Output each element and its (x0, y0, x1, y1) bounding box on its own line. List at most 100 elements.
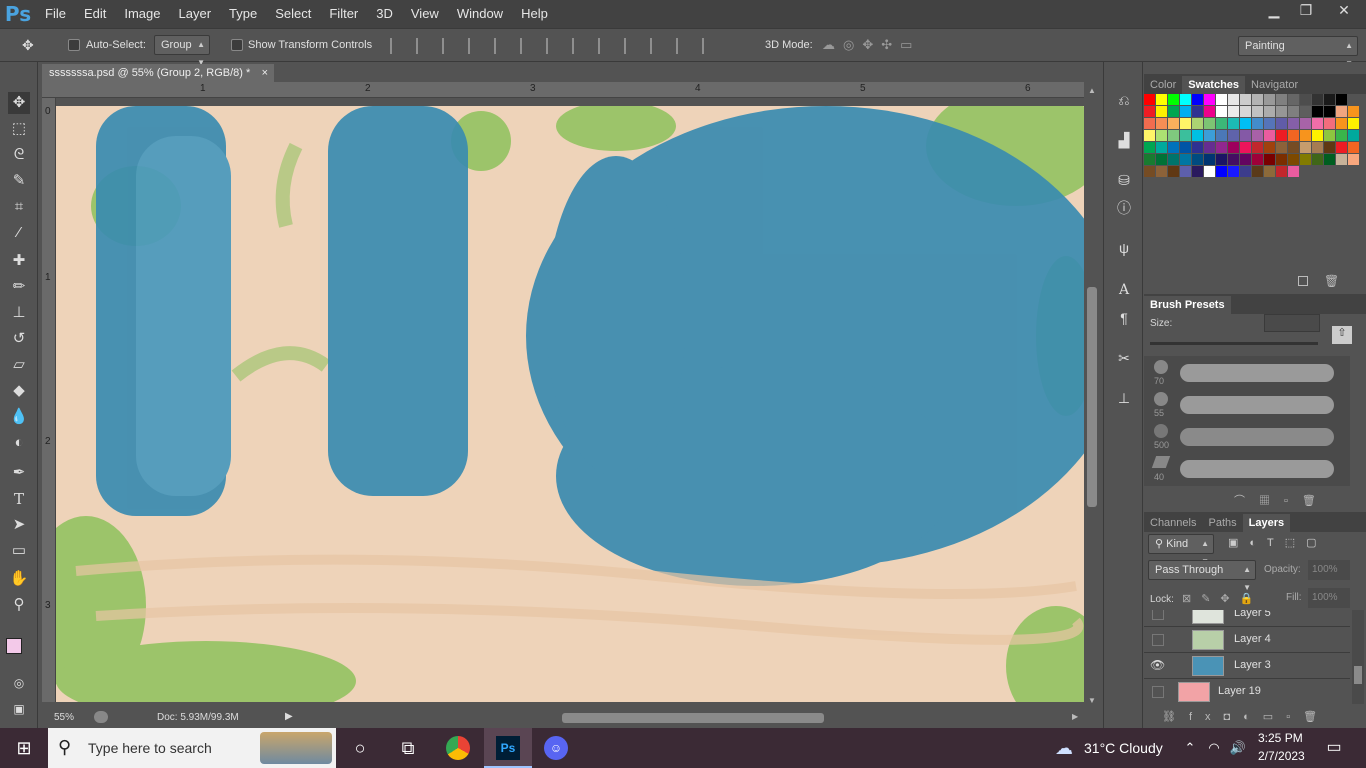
color-swatch[interactable] (1180, 94, 1191, 105)
color-swatch[interactable] (1300, 118, 1311, 129)
color-swatch[interactable] (1156, 142, 1167, 153)
color-swatch[interactable] (1168, 142, 1179, 153)
visibility-toggle[interactable] (1152, 634, 1164, 646)
marquee-tool-icon[interactable]: ⬚ (8, 118, 30, 140)
color-swatch[interactable] (1300, 94, 1311, 105)
distribute-vcenter-icon[interactable] (572, 38, 588, 54)
menu-3d[interactable]: 3D (367, 0, 402, 28)
document-tab[interactable]: sssssssa.psd @ 55% (Group 2, RGB/8) * × (42, 64, 274, 82)
color-swatch[interactable] (1144, 118, 1155, 129)
color-swatch[interactable] (1276, 154, 1287, 165)
color-swatch[interactable] (1336, 94, 1347, 105)
color-swatch[interactable] (1144, 106, 1155, 117)
color-swatch[interactable] (1144, 166, 1155, 177)
histogram-panel-icon[interactable]: ▟ (1114, 130, 1134, 150)
menu-select[interactable]: Select (266, 0, 320, 28)
color-swatch[interactable] (1192, 166, 1203, 177)
foreground-color-swatch[interactable] (6, 638, 22, 654)
color-swatch[interactable] (1240, 106, 1251, 117)
color-swatch[interactable] (1252, 142, 1263, 153)
opacity-field[interactable]: 100% (1308, 560, 1350, 580)
tab-paths[interactable]: Paths (1202, 514, 1242, 532)
show-transform-checkbox[interactable] (231, 39, 243, 51)
menu-type[interactable]: Type (220, 0, 266, 28)
photoshop-taskbar-button[interactable]: Ps (484, 728, 532, 768)
history-brush-tool-icon[interactable]: ↺ (8, 328, 30, 350)
color-swatch[interactable] (1204, 94, 1215, 105)
visibility-toggle[interactable] (1152, 686, 1164, 698)
color-swatch[interactable] (1288, 118, 1299, 129)
discord-icon[interactable]: ☺ (544, 736, 568, 760)
delete-swatch-icon[interactable]: 🗑 (1324, 274, 1339, 288)
chrome-icon[interactable] (446, 736, 470, 760)
color-swatch[interactable] (1204, 118, 1215, 129)
color-swatch[interactable] (1180, 106, 1191, 117)
color-swatch[interactable] (1264, 94, 1275, 105)
color-swatch[interactable] (1156, 94, 1167, 105)
menu-filter[interactable]: Filter (320, 0, 367, 28)
color-swatch[interactable] (1312, 118, 1323, 129)
color-swatch[interactable] (1264, 154, 1275, 165)
wifi-icon[interactable]: ◠ (1202, 736, 1226, 760)
align-top-icon[interactable] (390, 38, 406, 54)
tab-color[interactable]: Color (1144, 76, 1182, 94)
align-left-icon[interactable] (468, 38, 484, 54)
eyedropper-tool-icon[interactable]: ⁄ (8, 222, 30, 244)
menu-view[interactable]: View (402, 0, 448, 28)
color-swatch[interactable] (1276, 166, 1287, 177)
auto-align-icon[interactable] (702, 38, 718, 54)
scroll-down-icon[interactable]: ▼ (1088, 696, 1096, 705)
color-swatch[interactable] (1144, 94, 1155, 105)
color-swatch[interactable] (1228, 94, 1239, 105)
color-swatch[interactable] (1180, 118, 1191, 129)
zoom-tool-icon[interactable]: ⚲ (8, 594, 30, 616)
align-right-icon[interactable] (520, 38, 536, 54)
new-swatch-icon[interactable] (1298, 276, 1308, 286)
color-swatch[interactable] (1156, 154, 1167, 165)
color-swatch[interactable] (1204, 142, 1215, 153)
color-swatch[interactable] (1348, 130, 1359, 141)
quick-select-tool-icon[interactable]: ✎ (8, 170, 30, 192)
paint-bucket-tool-icon[interactable]: ◆ (8, 380, 30, 402)
windows-start-icon[interactable]: ⊞ (12, 736, 36, 760)
lasso-tool-icon[interactable]: ᘓ (8, 144, 30, 166)
color-swatch[interactable] (1264, 130, 1275, 141)
color-swatch[interactable] (1252, 130, 1263, 141)
color-swatch[interactable] (1300, 154, 1311, 165)
color-swatch[interactable] (1336, 130, 1347, 141)
color-swatch[interactable] (1288, 154, 1299, 165)
distribute-top-icon[interactable] (546, 38, 562, 54)
brush-panel-icon[interactable]: ψ (1114, 238, 1134, 258)
color-swatch[interactable] (1168, 166, 1179, 177)
tool-presets-icon[interactable]: ✂ (1114, 348, 1134, 368)
distribute-bottom-icon[interactable] (598, 38, 614, 54)
color-swatch[interactable] (1192, 154, 1203, 165)
size-field[interactable] (1264, 314, 1320, 332)
menu-help[interactable]: Help (512, 0, 557, 28)
workspace-dropdown[interactable]: Painting▲▼ (1238, 36, 1358, 68)
menu-file[interactable]: File (36, 0, 75, 28)
chevron-up-icon[interactable]: ⌃ (1178, 736, 1202, 760)
menu-edit[interactable]: Edit (75, 0, 115, 28)
3d-mode-icons[interactable]: ☁◎✥✣▭ (822, 37, 920, 53)
auto-select-dropdown[interactable]: Group ▲ ▼ (154, 35, 210, 67)
color-swatch[interactable] (1348, 106, 1359, 117)
color-swatch[interactable] (1348, 118, 1359, 129)
color-swatch[interactable] (1240, 142, 1251, 153)
brush-tool-icon[interactable]: ✏ (8, 276, 30, 298)
scroll-up-icon[interactable]: ▲ (1088, 86, 1096, 95)
color-swatch[interactable] (1312, 94, 1323, 105)
tab-swatches[interactable]: Swatches (1182, 76, 1246, 94)
quick-mask-icon[interactable]: ◎ (8, 672, 30, 694)
menu-layer[interactable]: Layer (170, 0, 221, 28)
color-swatch[interactable] (1264, 118, 1275, 129)
color-swatch[interactable] (1240, 166, 1251, 177)
color-swatch[interactable] (1252, 94, 1263, 105)
lock-icons[interactable]: ⊠✎✥🔒 (1182, 592, 1263, 605)
align-vcenter-icon[interactable] (416, 38, 432, 54)
distribute-left-icon[interactable] (624, 38, 640, 54)
color-swatch[interactable] (1156, 118, 1167, 129)
color-swatch[interactable] (1180, 130, 1191, 141)
color-swatch[interactable] (1312, 130, 1323, 141)
color-swatch[interactable] (1312, 142, 1323, 153)
